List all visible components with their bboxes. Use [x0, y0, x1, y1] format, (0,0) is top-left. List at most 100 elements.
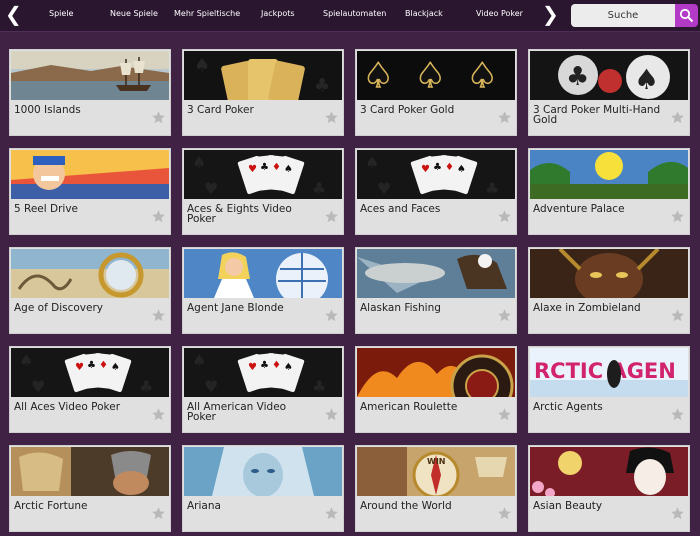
- svg-text:♠: ♠: [192, 351, 206, 370]
- game-tile[interactable]: ♠ ♣ ♥ ♥ ♣ ♦ ♠ All American Video Poker: [182, 346, 344, 433]
- game-tile[interactable]: RCTIC AGEN Arctic Agents: [528, 346, 690, 433]
- favorite-star-icon[interactable]: [324, 506, 339, 521]
- game-tile[interactable]: American Roulette: [355, 346, 517, 433]
- favorite-star-icon[interactable]: [324, 209, 339, 224]
- favorite-star-icon[interactable]: [670, 506, 685, 521]
- game-thumbnail: [11, 249, 169, 298]
- game-tile[interactable]: ♠ ♣ 3 Card Poker: [182, 49, 344, 136]
- svg-text:♠: ♠: [19, 351, 33, 370]
- harbour-artwork: [11, 51, 169, 100]
- svg-text:♠: ♠: [194, 55, 210, 76]
- arctic-logo-artwork: RCTIC AGEN: [530, 348, 688, 397]
- favorite-star-icon[interactable]: [497, 308, 512, 323]
- svg-text:♥: ♥: [204, 377, 218, 396]
- top-navigation-bar: ❮ Spiele Neue Spiele Mehr Spieltische Ja…: [0, 0, 700, 32]
- game-title: 5 Reel Drive: [14, 203, 79, 215]
- aces-cards-artwork: ♠♣♥ ♥ ♣ ♦ ♠: [184, 150, 342, 199]
- favorite-star-icon[interactable]: [151, 308, 166, 323]
- favorite-star-icon[interactable]: [324, 308, 339, 323]
- svg-text:♠: ♠: [457, 164, 466, 175]
- svg-text:♣: ♣: [260, 360, 269, 371]
- jungle-sun-artwork: [530, 150, 688, 199]
- game-tile[interactable]: Asian Beauty: [528, 445, 690, 532]
- game-title: 3 Card Poker Gold: [360, 104, 455, 116]
- game-tile[interactable]: ♠ ♣ ♥ ♥ ♣ ♦ ♠ All Aces Video Poker: [9, 346, 171, 433]
- favorite-star-icon[interactable]: [670, 407, 685, 422]
- game-title: Aces & Eights Video Poker: [187, 203, 292, 225]
- favorite-star-icon[interactable]: [151, 110, 166, 125]
- favorite-star-icon[interactable]: [497, 110, 512, 125]
- roulette-fire-artwork: [357, 348, 515, 397]
- game-tile[interactable]: Alaskan Fishing: [355, 247, 517, 334]
- svg-text:♣: ♣: [485, 179, 499, 198]
- arctic-logo-text: RCTIC AGEN: [534, 359, 676, 383]
- nav-item-mehr-spieltische[interactable]: Mehr Spieltische: [174, 9, 240, 18]
- svg-text:♥: ♥: [204, 179, 218, 198]
- silver-suits-artwork: ♣ ♠: [530, 51, 688, 100]
- nav-item-spiele[interactable]: Spiele: [49, 9, 73, 18]
- game-title: Alaxe in Zombieland: [533, 302, 641, 314]
- game-tile[interactable]: Alaxe in Zombieland: [528, 247, 690, 334]
- nav-item-neue-spiele[interactable]: Neue Spiele: [110, 9, 158, 18]
- game-tile[interactable]: ♠ ♣ ♥ ♥ ♣ ♦ ♠ Aces & Eights Video Poker: [182, 148, 344, 235]
- svg-text:♥: ♥: [377, 179, 391, 198]
- game-thumbnail: ♠ ♣: [184, 51, 342, 100]
- game-title: Adventure Palace: [533, 203, 625, 215]
- favorite-star-icon[interactable]: [670, 209, 685, 224]
- game-thumbnail: ♠ ♣ ♥ ♥ ♣ ♦ ♠: [357, 150, 515, 199]
- svg-text:♥: ♥: [421, 164, 430, 175]
- svg-text:♠: ♠: [467, 56, 497, 96]
- nav-prev-arrow[interactable]: ❮: [5, 2, 22, 26]
- search-button[interactable]: [675, 4, 698, 27]
- svg-text:♦: ♦: [272, 360, 281, 371]
- game-tile[interactable]: Arctic Fortune: [9, 445, 171, 532]
- game-tile[interactable]: ♠ ♣ ♥ ♥ ♣ ♦ ♠ Aces and Faces: [355, 148, 517, 235]
- game-title: American Roulette: [360, 401, 458, 413]
- favorite-star-icon[interactable]: [151, 506, 166, 521]
- favorite-star-icon[interactable]: [324, 407, 339, 422]
- game-tile[interactable]: ♠ ♠ ♠ 3 Card Poker Gold: [355, 49, 517, 136]
- game-tile[interactable]: 1000 Islands: [9, 49, 171, 136]
- game-tile[interactable]: Agent Jane Blonde: [182, 247, 344, 334]
- svg-text:♦: ♦: [445, 162, 454, 173]
- game-thumbnail: ♣ ♠: [530, 51, 688, 100]
- game-tile[interactable]: Age of Discovery: [9, 247, 171, 334]
- game-tile[interactable]: ♣ ♠ 3 Card Poker Multi-Hand Gold: [528, 49, 690, 136]
- nav-item-jackpots[interactable]: Jackpots: [261, 9, 295, 18]
- favorite-star-icon[interactable]: [497, 506, 512, 521]
- game-title: Aces and Faces: [360, 203, 441, 215]
- game-title: Arctic Fortune: [14, 500, 88, 512]
- favorite-star-icon[interactable]: [151, 209, 166, 224]
- svg-text:♣: ♣: [433, 162, 442, 173]
- game-thumbnail: [11, 51, 169, 100]
- search-input[interactable]: Suche: [571, 4, 675, 27]
- game-thumbnail: ♠ ♣ ♥ ♥ ♣ ♦ ♠: [11, 348, 169, 397]
- nav-item-spielautomaten[interactable]: Spielautomaten: [323, 9, 386, 18]
- game-title: Around the World: [360, 500, 452, 512]
- nav-next-arrow[interactable]: ❯: [542, 2, 559, 26]
- game-tile[interactable]: WIN Around the World: [355, 445, 517, 532]
- game-title: All American Video Poker: [187, 401, 287, 423]
- svg-text:♠: ♠: [284, 164, 293, 175]
- agent-globe-artwork: [184, 249, 342, 298]
- game-thumbnail: ♠ ♣ ♥ ♥ ♣ ♦ ♠: [184, 348, 342, 397]
- game-thumbnail: [357, 348, 515, 397]
- nav-item-video-poker[interactable]: Video Poker: [476, 9, 523, 18]
- favorite-star-icon[interactable]: [497, 209, 512, 224]
- nav-item-blackjack[interactable]: Blackjack: [405, 9, 443, 18]
- favorite-star-icon[interactable]: [670, 308, 685, 323]
- svg-text:♦: ♦: [272, 162, 281, 173]
- game-thumbnail: [184, 249, 342, 298]
- geisha-artwork: [530, 447, 688, 496]
- game-thumbnail: [530, 249, 688, 298]
- game-tile[interactable]: 5 Reel Drive: [9, 148, 171, 235]
- favorite-star-icon[interactable]: [151, 407, 166, 422]
- favorite-star-icon[interactable]: [670, 110, 685, 125]
- game-tile[interactable]: Adventure Palace: [528, 148, 690, 235]
- svg-text:♣: ♣: [312, 179, 326, 198]
- favorite-star-icon[interactable]: [324, 110, 339, 125]
- game-tile[interactable]: Ariana: [182, 445, 344, 532]
- svg-text:♠: ♠: [415, 56, 445, 96]
- aces-cards-artwork: ♠♣♥ ♥ ♣ ♦ ♠: [357, 150, 515, 199]
- favorite-star-icon[interactable]: [497, 407, 512, 422]
